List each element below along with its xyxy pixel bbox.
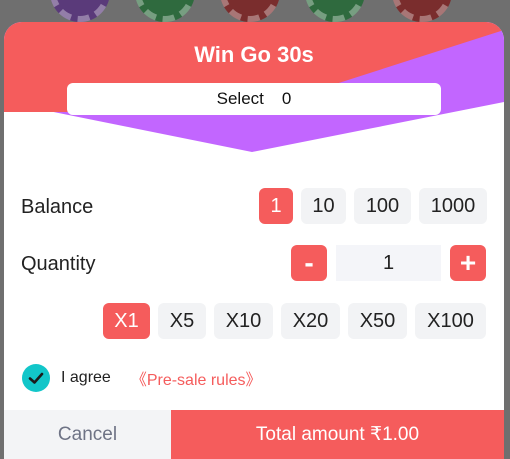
quantity-decrease-button[interactable]: - (291, 245, 327, 281)
agree-label: I agree (61, 369, 111, 386)
background-chip (392, 0, 452, 22)
balance-option-10[interactable]: 10 (301, 188, 346, 224)
balance-label: Balance (21, 196, 94, 218)
background-chip (50, 0, 110, 22)
background-chip (135, 0, 195, 22)
multiplier-options: X1 X5 X10 X20 X50 X100 (103, 303, 486, 339)
selection-display: Select 0 (67, 83, 441, 115)
balance-option-100[interactable]: 100 (354, 188, 411, 224)
select-label: Select (216, 89, 264, 108)
background-chip (305, 0, 365, 22)
multiplier-x50[interactable]: X50 (348, 303, 407, 339)
confirm-total-button[interactable]: Total amount ₹1.00 (171, 410, 504, 459)
dialog-title: Win Go 30s (194, 42, 314, 67)
multiplier-x100[interactable]: X100 (415, 303, 486, 339)
agree-checkbox[interactable] (22, 364, 50, 392)
multiplier-x1[interactable]: X1 (103, 303, 150, 339)
quantity-label: Quantity (21, 253, 96, 275)
balance-option-1[interactable]: 1 (259, 188, 293, 224)
multiplier-x10[interactable]: X10 (214, 303, 273, 339)
dialog-footer: Cancel Total amount ₹1.00 (4, 410, 504, 459)
bet-dialog: Win Go 30s Select 0 Balance 1 10 100 100… (4, 22, 504, 459)
balance-option-1000[interactable]: 1000 (419, 188, 487, 224)
multiplier-x5[interactable]: X5 (158, 303, 206, 339)
presale-rules-link[interactable]: 《Pre-sale rules》 (131, 366, 262, 390)
agreement-row: I agree 《Pre-sale rules》 (22, 364, 262, 392)
quantity-increase-button[interactable]: + (450, 245, 486, 281)
balance-options: 1 10 100 1000 (259, 188, 487, 224)
checkmark-icon (28, 372, 44, 384)
select-value: 0 (281, 89, 292, 108)
background-chip (220, 0, 280, 22)
multiplier-x20[interactable]: X20 (281, 303, 340, 339)
quantity-input[interactable] (336, 245, 441, 281)
cancel-button[interactable]: Cancel (4, 410, 171, 459)
